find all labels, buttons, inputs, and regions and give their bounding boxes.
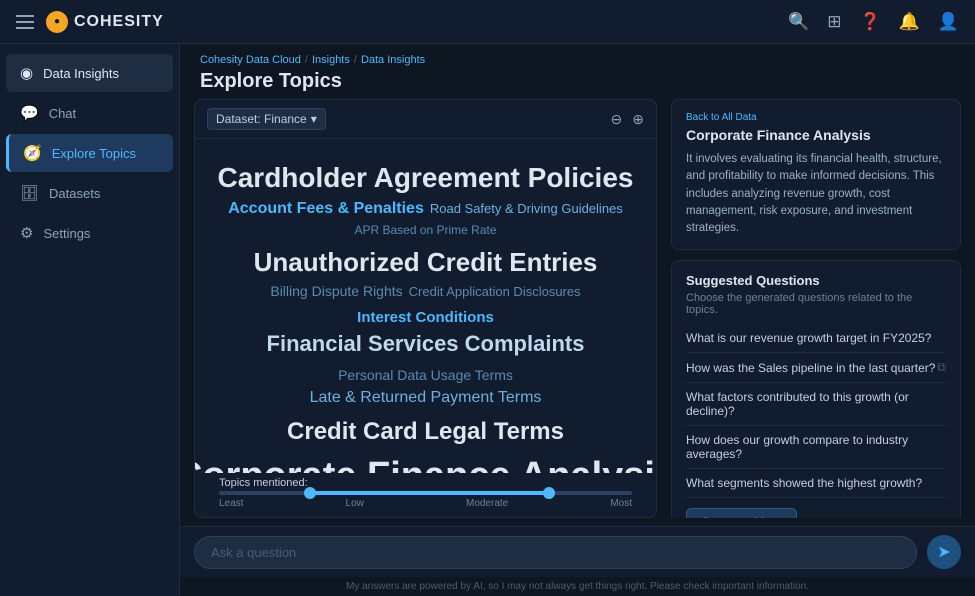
- sidebar-item-explore-topics[interactable]: 🧭 Explore Topics: [6, 134, 173, 172]
- word-cloud-content: Cardholder Agreement PoliciesAccount Fee…: [207, 148, 644, 468]
- word-cloud-word[interactable]: Billing Dispute Rights: [270, 282, 402, 302]
- ask-input[interactable]: [194, 536, 917, 569]
- main-content: Cohesity Data Cloud / Insights / Data In…: [180, 44, 975, 596]
- question-item[interactable]: How was the Sales pipeline in the last q…: [686, 353, 946, 383]
- word-cloud-word[interactable]: Cardholder Agreement Policies: [218, 158, 634, 197]
- suggest-title: Suggested Questions: [686, 273, 946, 288]
- page-title: Explore Topics: [200, 70, 955, 93]
- word-cloud-word[interactable]: Credit Card Legal Terms: [287, 415, 564, 449]
- question-text: How was the Sales pipeline in the last q…: [686, 361, 935, 375]
- send-button[interactable]: ➤: [927, 535, 961, 569]
- breadcrumb-sep-2: /: [354, 54, 357, 66]
- app-header: ● COHESITY 🔍 ⊞ ❓ 🔔 👤: [0, 0, 975, 44]
- info-card-title: Corporate Finance Analysis: [686, 127, 946, 143]
- sidebar-item-chat[interactable]: 💬 Chat: [6, 94, 173, 132]
- sidebar-item-datasets[interactable]: 🗄 Datasets: [6, 174, 173, 212]
- database-icon: 🗄: [20, 184, 39, 202]
- content-row: Dataset: Finance ▾ ⊖ ⊕ Cardholder Agreem…: [180, 99, 975, 526]
- word-cloud-word[interactable]: APR Based on Prime Rate: [354, 222, 496, 239]
- apps-icon[interactable]: ⊞: [827, 12, 841, 32]
- question-text: How does our growth compare to industry …: [686, 433, 946, 461]
- compass-icon: 🧭: [23, 144, 42, 162]
- word-cloud-word[interactable]: Personal Data Usage Terms: [338, 366, 513, 386]
- question-text: What factors contributed to this growth …: [686, 390, 946, 418]
- data-insights-icon: ◉: [20, 64, 33, 82]
- suggested-questions-card: Suggested Questions Choose the generated…: [671, 260, 961, 518]
- breadcrumb-data-insights[interactable]: Data Insights: [361, 54, 425, 66]
- word-cloud-panel: Dataset: Finance ▾ ⊖ ⊕ Cardholder Agreem…: [194, 99, 657, 518]
- question-text: What is our revenue growth target in FY2…: [686, 331, 931, 345]
- word-cloud-word[interactable]: Credit Application Disclosures: [409, 283, 581, 301]
- question-item[interactable]: How does our growth compare to industry …: [686, 426, 946, 469]
- slider-labels: Least Low Moderate Most: [219, 498, 632, 509]
- slider-label: Topics mentioned:: [219, 477, 308, 489]
- slider-label-least: Least: [219, 498, 243, 509]
- info-card: Back to All Data Corporate Finance Analy…: [671, 99, 961, 250]
- app-body: ◉ Data Insights 💬 Chat 🧭 Explore Topics …: [0, 44, 975, 596]
- word-cloud-word[interactable]: Account Fees & Penalties: [228, 198, 424, 220]
- questions-list: What is our revenue growth target in FY2…: [686, 324, 946, 498]
- footer-disclaimer: My answers are powered by AI, so I may n…: [180, 577, 975, 596]
- question-item[interactable]: What segments showed the highest growth?: [686, 469, 946, 498]
- breadcrumb: Cohesity Data Cloud / Insights / Data In…: [200, 54, 955, 66]
- zoom-in-icon[interactable]: ⊕: [632, 111, 644, 128]
- dataset-badge-label: Dataset: Finance: [216, 112, 307, 126]
- word-cloud-word[interactable]: Unauthorized Credit Entries: [254, 244, 598, 280]
- chat-icon: 💬: [20, 104, 39, 122]
- generate-more-button[interactable]: Generate More: [686, 508, 797, 518]
- slider-label-moderate: Moderate: [466, 498, 508, 509]
- chevron-down-icon: ▾: [311, 112, 317, 126]
- dataset-badge[interactable]: Dataset: Finance ▾: [207, 108, 326, 130]
- word-cloud-word[interactable]: Corporate Finance Analysis: [195, 450, 656, 473]
- word-cloud-area: Cardholder Agreement PoliciesAccount Fee…: [195, 139, 656, 473]
- gear-icon: ⚙: [20, 224, 33, 242]
- panel-icons: ⊖ ⊕: [611, 111, 644, 128]
- sidebar-item-chat-label: Chat: [49, 106, 76, 121]
- slider-area: Topics mentioned: Least Low Moderate Mos…: [195, 473, 656, 517]
- slider-thumb-left[interactable]: [304, 487, 316, 499]
- copy-icon[interactable]: ⧉: [937, 360, 946, 375]
- zoom-out-icon[interactable]: ⊖: [611, 111, 623, 128]
- question-item[interactable]: What factors contributed to this growth …: [686, 383, 946, 426]
- account-icon[interactable]: 👤: [938, 12, 959, 32]
- sidebar-item-data-insights-label: Data Insights: [43, 66, 119, 81]
- logo-icon: ●: [46, 11, 68, 33]
- logo-text: COHESITY: [74, 13, 164, 31]
- question-item[interactable]: What is our revenue growth target in FY2…: [686, 324, 946, 353]
- back-link[interactable]: Back to All Data: [686, 112, 946, 123]
- slider-track[interactable]: [219, 491, 632, 495]
- help-icon[interactable]: ❓: [859, 12, 880, 32]
- header-right: 🔍 ⊞ ❓ 🔔 👤: [788, 12, 959, 32]
- header-left: ● COHESITY: [16, 11, 164, 33]
- sidebar-item-data-insights[interactable]: ◉ Data Insights: [6, 54, 173, 92]
- slider-label-row: Topics mentioned:: [219, 477, 632, 489]
- page-header: Cohesity Data Cloud / Insights / Data In…: [180, 44, 975, 99]
- slider-label-low: Low: [346, 498, 364, 509]
- word-cloud-word[interactable]: Late & Returned Payment Terms: [310, 387, 542, 409]
- ask-bar: ➤: [180, 526, 975, 577]
- sidebar: ◉ Data Insights 💬 Chat 🧭 Explore Topics …: [0, 44, 180, 596]
- word-cloud-word[interactable]: Road Safety & Driving Guidelines: [430, 200, 623, 218]
- word-cloud-word[interactable]: Financial Services Complaints: [267, 329, 585, 360]
- question-text: What segments showed the highest growth?: [686, 476, 922, 490]
- sidebar-item-datasets-label: Datasets: [49, 186, 100, 201]
- sidebar-item-settings[interactable]: ⚙ Settings: [6, 214, 173, 252]
- hamburger-icon[interactable]: [16, 15, 34, 29]
- search-icon[interactable]: 🔍: [788, 12, 809, 32]
- word-cloud-word[interactable]: Interest Conditions: [357, 307, 494, 328]
- logo: ● COHESITY: [46, 11, 164, 33]
- slider-fill: [310, 491, 550, 495]
- right-panel: Back to All Data Corporate Finance Analy…: [671, 99, 961, 518]
- suggest-subtitle: Choose the generated questions related t…: [686, 292, 946, 316]
- info-card-body: It involves evaluating its financial hea…: [686, 151, 946, 237]
- breadcrumb-cohesity[interactable]: Cohesity Data Cloud: [200, 54, 301, 66]
- panel-toolbar: Dataset: Finance ▾ ⊖ ⊕: [195, 100, 656, 139]
- sidebar-item-settings-label: Settings: [43, 226, 90, 241]
- breadcrumb-insights[interactable]: Insights: [312, 54, 350, 66]
- breadcrumb-sep-1: /: [305, 54, 308, 66]
- sidebar-item-explore-topics-label: Explore Topics: [52, 146, 136, 161]
- slider-label-most: Most: [610, 498, 632, 509]
- notifications-icon[interactable]: 🔔: [899, 12, 920, 32]
